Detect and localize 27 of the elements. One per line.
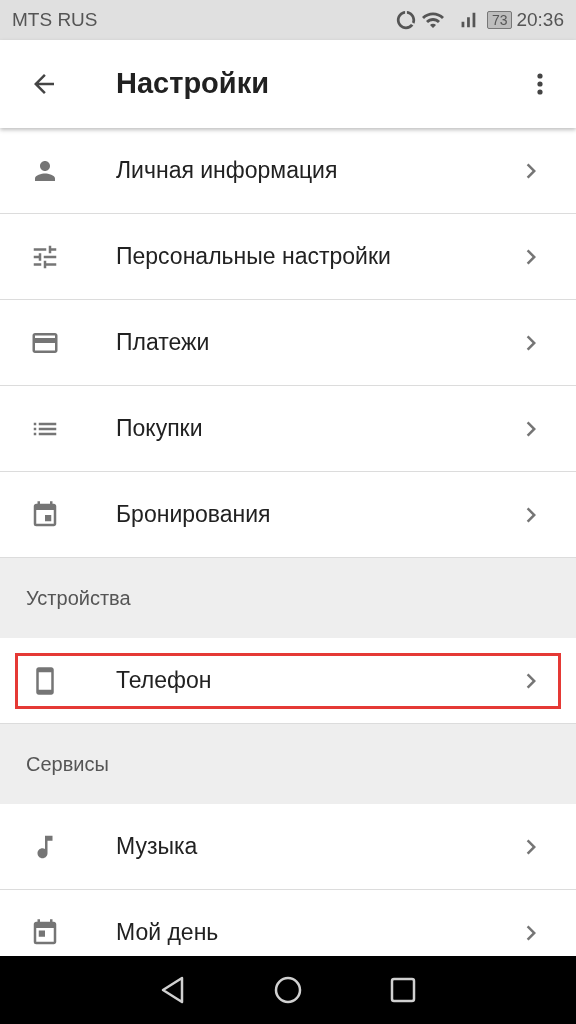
section-header: Устройства [26,586,131,611]
item-label: Личная информация [116,156,339,186]
back-nav-icon[interactable] [160,976,186,1004]
item-label: Персональные настройки [116,242,392,272]
settings-item[interactable]: Платежи [0,300,576,386]
data-saver-icon [394,9,417,31]
section-header: Сервисы [26,752,109,777]
carrier-name: MTS RUS [12,7,98,32]
settings-item[interactable]: Личная информация [0,128,576,214]
settings-item[interactable]: Музыка [0,804,576,890]
settings-item[interactable]: Телефон [0,638,576,724]
settings-item[interactable]: Мой день [0,890,576,956]
clock: 20:36 [516,7,564,32]
recents-nav-icon[interactable] [390,977,416,1003]
item-label: Покупки [116,414,204,444]
settings-item[interactable]: Бронирования [0,472,576,558]
more-options-icon [537,73,543,95]
item-label: Мой день [116,918,220,948]
item-label: Телефон [116,666,213,696]
settings-item[interactable]: Персональные настройки [0,214,576,300]
settings-item[interactable]: Покупки [0,386,576,472]
home-nav-icon[interactable] [274,976,302,1004]
item-label: Музыка [116,832,199,862]
battery-indicator: 73 [486,11,513,29]
screen-title: Настройки [116,66,269,102]
item-label: Платежи [116,328,211,358]
item-label: Бронирования [116,500,272,530]
